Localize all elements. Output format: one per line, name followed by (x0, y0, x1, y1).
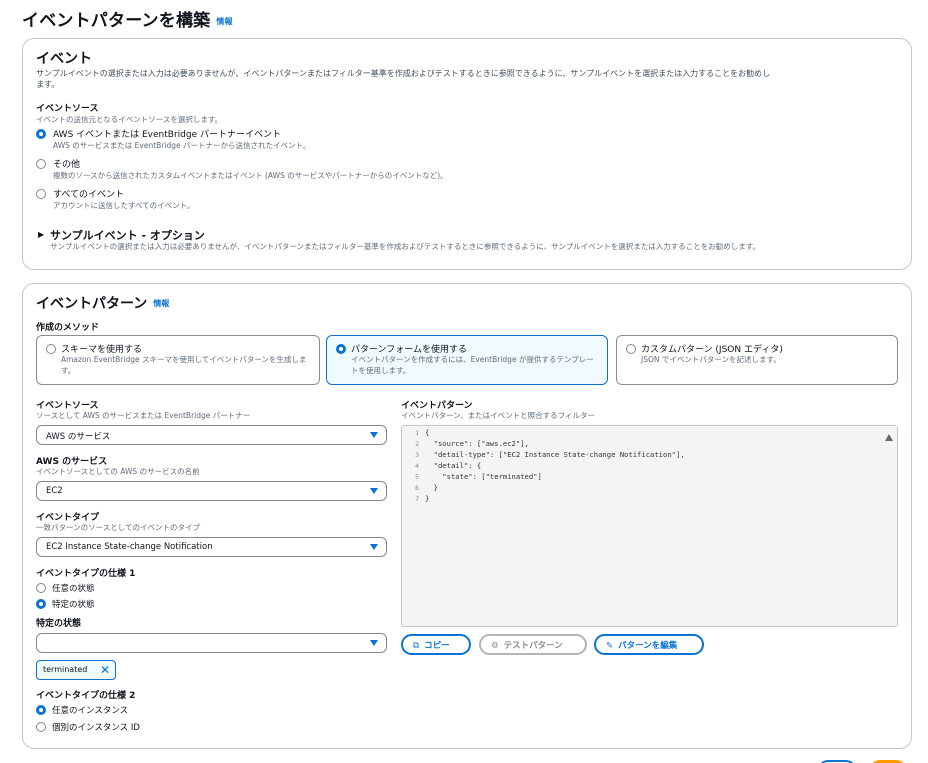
code-line: } (425, 494, 430, 503)
info-link[interactable]: 情報 (153, 299, 169, 308)
radio-any-state-label: 任意の状態 (52, 584, 95, 594)
line-number: 1 (415, 429, 419, 437)
method-tile-schema[interactable]: スキーマを使用する Amazon EventBridge スキーマを使用してイベ… (36, 335, 320, 385)
line-number: 6 (415, 484, 419, 492)
radio-aws-events[interactable] (36, 129, 46, 139)
event-description-line2: ます。 (36, 80, 60, 89)
radio-other-label: その他 (53, 160, 81, 170)
aws-service-select-value: EC2 (46, 486, 63, 496)
edit-pattern-button-label: パターンを編集 (618, 641, 678, 651)
editor-desc: イベントパターン、またはイベントと照合するフィルター (401, 411, 596, 420)
specific-state-select[interactable] (36, 633, 387, 653)
event-section-title: イベント (36, 51, 92, 67)
event-description-line1: サンプルイベントの選択または入力は必要ありませんが、イベントパターンまたはフィル… (36, 69, 771, 78)
radio-pattern-form[interactable] (336, 344, 346, 354)
caret-down-icon (370, 640, 378, 646)
method-schema-desc: Amazon EventBridge スキーマを使用してイベントパターンを生成し… (61, 355, 307, 375)
editor-scrollbar[interactable] (881, 426, 897, 626)
line-number: 7 (415, 495, 419, 503)
spec2-label: イベントタイプの仕様 2 (36, 691, 136, 701)
sample-event-desc: サンプルイベントの選択または入力は必要ありませんが、イベントパターンまたはフィル… (50, 242, 761, 251)
radio-any-instance-label: 任意のインスタンス (52, 706, 129, 716)
test-pattern-button[interactable]: ⚙ テストパターン (479, 634, 587, 655)
radio-specific-instance-label: 個別のインスタンス ID (52, 723, 140, 733)
event-section-description: サンプルイベントの選択または入力は必要ありませんが、イベントパターンまたはフィル… (36, 68, 904, 90)
method-label: 作成のメソッド (36, 323, 100, 333)
event-source-select[interactable]: AWS のサービス (36, 425, 387, 445)
radio-all-events[interactable] (36, 189, 46, 199)
event-type-desc: 一致パターンのソースとしてのイベントのタイプ (36, 523, 201, 532)
gear-icon: ⚙ (491, 641, 499, 651)
event-source-field-desc: ソースとして AWS のサービスまたは EventBridge パートナー (36, 411, 251, 420)
code-line: "detail": { (425, 461, 482, 470)
line-number: 5 (415, 473, 419, 481)
method-custom-json-desc: JSON でイベントパターンを記述します。 (641, 355, 781, 364)
info-link[interactable]: 情報 (216, 17, 232, 26)
radio-all-events-desc: アカウントに送信したすべてのイベント。 (53, 201, 195, 210)
event-source-label: イベントソース (36, 104, 99, 114)
radio-specific-state-label: 特定の状態 (52, 600, 95, 610)
radio-any-instance[interactable] (36, 705, 46, 715)
radio-specific-instance[interactable] (36, 722, 46, 732)
event-container: イベント サンプルイベントの選択または入力は必要ありませんが、イベントパターンま… (22, 38, 912, 270)
caret-down-icon (370, 432, 378, 438)
event-source-desc: イベントの送信元となるイベントソースを選択します。 (36, 115, 223, 124)
line-number: 3 (415, 451, 419, 459)
copy-button[interactable]: ⧉ コピー (401, 634, 471, 655)
radio-specific-state[interactable] (36, 599, 46, 609)
radio-other[interactable] (36, 159, 46, 169)
method-tile-custom-json[interactable]: カスタムパターン (JSON エディタ) JSON でイベントパターンを記述しま… (616, 335, 898, 385)
radio-other-desc: 複数のソースから送信されたカスタムイベントまたはイベント (AWS のサービスや… (53, 171, 448, 180)
page-title: イベントパターンを構築 情報 (22, 6, 233, 31)
close-icon[interactable]: ✕ (100, 663, 110, 677)
event-pattern-title-text: イベントパターン (36, 296, 148, 312)
state-token: terminated ✕ (36, 660, 116, 680)
radio-aws-events-label: AWS イベントまたは EventBridge パートナーイベント (53, 130, 281, 140)
code-line: "state": ["terminated"] (425, 472, 542, 481)
method-tile-pattern-form[interactable]: パターンフォームを使用する イベントパターンを作成するには、EventBridg… (326, 335, 608, 385)
method-pattern-form-desc: イベントパターンを作成するには、EventBridge が提供するテンプレートを… (351, 355, 594, 375)
caret-down-icon (370, 488, 378, 494)
edit-pattern-button[interactable]: ✎ パターンを編集 (594, 634, 704, 655)
scroll-up-icon[interactable] (885, 434, 893, 441)
radio-aws-events-desc: AWS のサービスまたは EventBridge パートナーから送信されたイベン… (53, 141, 311, 150)
code-line: "source": ["aws.ec2"], (425, 439, 529, 448)
spec1-label: イベントタイプの仕様 1 (36, 569, 136, 579)
radio-custom-json[interactable] (626, 344, 636, 354)
event-type-select-value: EC2 Instance State-change Notification (46, 542, 213, 552)
caret-down-icon (370, 544, 378, 550)
editor-gutter: 1 2 3 4 5 6 7 (402, 426, 422, 626)
aws-service-select[interactable]: EC2 (36, 481, 387, 501)
event-pattern-container: イベントパターン 情報 作成のメソッド スキーマを使用する Amazon Even… (22, 283, 912, 749)
pencil-icon: ✎ (606, 641, 614, 651)
code-line: { (425, 428, 430, 437)
event-pattern-title: イベントパターン 情報 (36, 293, 169, 313)
radio-all-events-label: すべてのイベント (53, 190, 125, 200)
line-number: 2 (415, 440, 419, 448)
code-line: "detail-type": ["EC2 Instance State-chan… (425, 450, 685, 459)
line-number: 4 (415, 462, 419, 470)
radio-any-state[interactable] (36, 583, 46, 593)
triangle-right-icon[interactable]: ▶ (38, 230, 44, 239)
specific-state-label: 特定の状態 (36, 619, 82, 629)
copy-icon: ⧉ (413, 641, 420, 651)
test-pattern-button-label: テストパターン (503, 641, 563, 651)
radio-schema[interactable] (46, 344, 56, 354)
code-line: } (425, 483, 438, 492)
event-pattern-editor[interactable]: 1 2 3 4 5 6 7 { "source": ["aws.ec2"], "… (401, 425, 898, 627)
state-token-label: terminated (43, 665, 88, 674)
page-title-text: イベントパターンを構築 (22, 11, 211, 31)
event-source-select-value: AWS のサービス (46, 432, 111, 442)
aws-service-desc: イベントソースとしての AWS のサービスの名前 (36, 467, 200, 476)
copy-button-label: コピー (424, 641, 450, 651)
event-type-select[interactable]: EC2 Instance State-change Notification (36, 537, 387, 557)
